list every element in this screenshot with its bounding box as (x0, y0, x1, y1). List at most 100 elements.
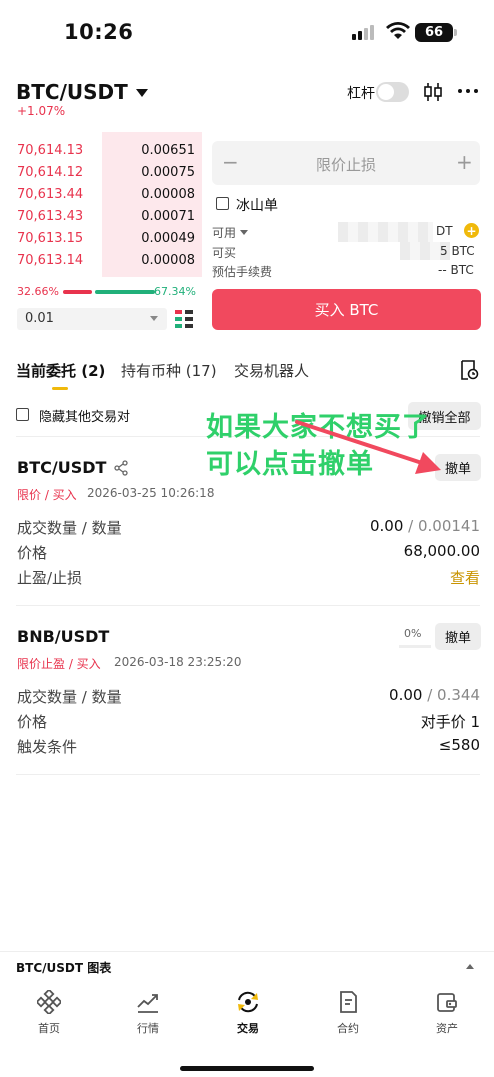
trigger-value: ≤580 (438, 736, 480, 754)
price-label: 价格 (17, 713, 48, 731)
filled-qty-label: 成交数量 / 数量 (17, 688, 122, 706)
nav-markets-label: 行情 (137, 1022, 159, 1035)
ask-quantity: 0.00075 (141, 165, 195, 180)
annotation-arrow-icon (295, 420, 441, 474)
order-history-icon[interactable] (459, 360, 479, 380)
order-pair: BTC/USDT (17, 458, 107, 477)
add-funds-icon[interactable]: + (464, 223, 479, 238)
sell-ratio: 67.34% (154, 285, 196, 298)
depth-select[interactable]: 0.01 (17, 308, 167, 330)
ask-price: 70,614.12 (17, 165, 84, 180)
ask-quantity: 0.00008 (141, 253, 195, 268)
ask-price: 70,613.14 (17, 253, 84, 268)
home-indicator (180, 1066, 314, 1071)
can-buy-value: 5 BTC (440, 244, 475, 258)
divider (16, 774, 480, 775)
filled-qty-value: 0.00 / 0.344 (389, 686, 480, 704)
order-progress-bar (399, 645, 431, 648)
orderbook-row[interactable]: 70,614.12 0.00075 (17, 165, 197, 187)
share-icon[interactable] (113, 460, 129, 476)
nav-home[interactable]: 首页 (19, 990, 79, 1036)
ask-quantity: 0.00071 (141, 209, 195, 224)
ask-quantity: 0.00008 (141, 187, 195, 202)
orderbook-row[interactable]: 70,614.13 0.00651 (17, 143, 197, 165)
buy-ratio-bar (63, 290, 92, 294)
nav-futures[interactable]: 合约 (318, 990, 378, 1036)
redacted-balance (338, 222, 433, 242)
tp-sl-label: 止盈/止损 (17, 569, 83, 587)
nav-assets-label: 资产 (436, 1022, 458, 1035)
trade-exchange-icon (238, 991, 258, 1013)
can-buy-label: 可买 (212, 246, 237, 260)
orderbook-layout-icon[interactable] (175, 310, 193, 328)
order-pair: BNB/USDT (17, 627, 110, 646)
order-type: 限价 / 买入 (17, 488, 77, 502)
ask-quantity: 0.00049 (141, 231, 195, 246)
pair-selector[interactable]: BTC/USDT (16, 80, 148, 104)
candlestick-chart-icon[interactable] (424, 82, 442, 102)
orderbook-row[interactable]: 70,613.44 0.00008 (17, 187, 197, 209)
cancel-order-button[interactable]: 撤单 (435, 623, 481, 650)
market-chart-icon (137, 994, 158, 1013)
plus-button[interactable]: + (456, 150, 473, 174)
iceberg-label: 冰山单 (236, 198, 278, 214)
order-time: 2026-03-18 23:25:20 (114, 655, 242, 669)
orderbook-row[interactable]: 70,613.43 0.00071 (17, 209, 197, 231)
fee-value: -- BTC (438, 263, 474, 277)
order-time: 2026-03-25 10:26:18 (87, 486, 215, 500)
battery-icon: 66 (415, 23, 453, 42)
divider (16, 605, 480, 606)
hide-other-pairs-label: 隐藏其他交易对 (39, 410, 131, 425)
trigger-label: 触发条件 (17, 738, 78, 756)
nav-futures-label: 合约 (337, 1022, 359, 1035)
ask-price: 70,613.44 (17, 187, 84, 202)
nav-home-label: 首页 (38, 1022, 60, 1035)
order-progress: 0% (404, 627, 422, 640)
ask-quantity: 0.00651 (141, 143, 195, 158)
filled-qty-value: 0.00 / 0.00141 (369, 517, 480, 535)
available-unit: DT (436, 224, 453, 238)
pair-title: BTC/USDT (16, 80, 128, 104)
status-time: 10:26 (64, 20, 134, 44)
home-logo-icon (37, 990, 61, 1014)
cellular-signal-icon (352, 25, 374, 40)
divider (0, 951, 494, 952)
price-value: 68,000.00 (403, 542, 480, 560)
sell-ratio-bar (95, 290, 155, 294)
price-label: 价格 (17, 544, 48, 562)
leverage-toggle[interactable] (376, 82, 409, 102)
chevron-down-icon (135, 89, 148, 97)
available-selector[interactable]: 可用 (212, 224, 249, 241)
battery-nub (454, 29, 457, 36)
iceberg-checkbox[interactable] (216, 197, 229, 210)
chart-toggle-label[interactable]: BTC/USDT 图表 (16, 959, 111, 976)
ask-price: 70,613.15 (17, 231, 84, 246)
futures-document-icon (340, 991, 357, 1013)
tp-sl-view-link[interactable]: 查看 (450, 567, 480, 588)
more-options-icon[interactable] (458, 89, 478, 93)
buy-ratio: 32.66% (17, 285, 59, 298)
chevron-down-icon (240, 230, 249, 235)
available-label: 可用 (212, 226, 237, 240)
wallet-icon (437, 993, 457, 1012)
nav-trade-label: 交易 (237, 1022, 259, 1035)
nav-markets[interactable]: 行情 (118, 990, 178, 1036)
price-value: 对手价 1 (420, 713, 480, 731)
tab-open-orders[interactable]: 当前委托 (2) (16, 360, 105, 381)
filled-qty-label: 成交数量 / 数量 (17, 519, 122, 537)
active-tab-indicator (52, 387, 68, 390)
tab-trading-bots[interactable]: 交易机器人 (234, 360, 309, 381)
hide-other-pairs-checkbox[interactable] (16, 408, 29, 421)
buy-button[interactable]: 买入 BTC (212, 289, 481, 330)
order-type-label: 限价止损 (315, 156, 376, 174)
ask-price: 70,613.43 (17, 209, 84, 224)
orderbook-row[interactable]: 70,613.14 0.00008 (17, 253, 197, 275)
wifi-icon (386, 22, 410, 39)
price-change: +1.07% (17, 104, 66, 118)
leverage-label: 杠杆 (347, 86, 375, 102)
orderbook-row[interactable]: 70,613.15 0.00049 (17, 231, 197, 253)
chevron-up-icon[interactable] (466, 964, 474, 969)
nav-assets[interactable]: 资产 (417, 990, 477, 1036)
nav-trade[interactable]: 交易 (218, 990, 278, 1036)
tab-holdings[interactable]: 持有币种 (17) (121, 360, 217, 381)
